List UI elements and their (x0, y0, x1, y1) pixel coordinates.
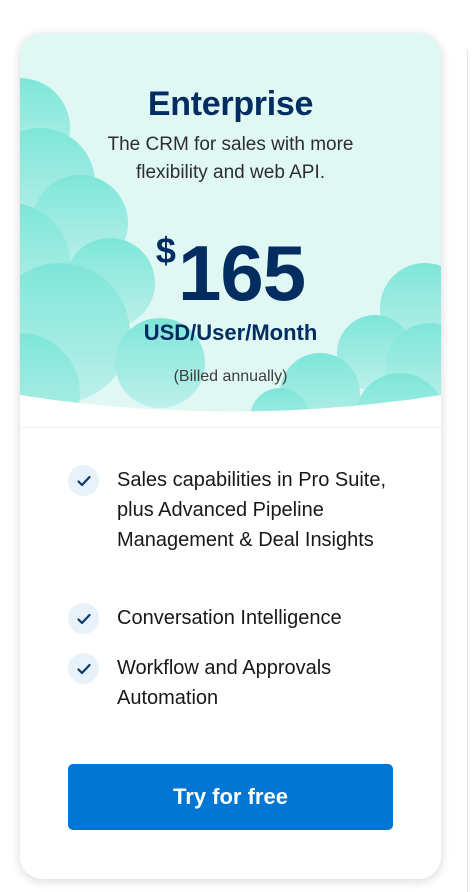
check-icon (68, 603, 99, 634)
price-amount: 165 (177, 229, 306, 317)
feature-text: Workflow and Approvals Automation (117, 657, 332, 709)
pricing-card-enterprise: Enterprise The CRM for sales with more f… (20, 33, 441, 879)
price-unit: USD/User/Month (143, 320, 318, 345)
pricing-card-header: Enterprise The CRM for sales with more f… (20, 33, 441, 428)
price: $165 (20, 225, 441, 321)
plan-title: Enterprise (147, 85, 314, 123)
divider (20, 427, 441, 428)
feature-text: Sales capabilities in Pro Suite, plus Ad… (117, 469, 387, 551)
check-icon (68, 465, 99, 496)
try-for-free-button[interactable]: Try for free (68, 764, 393, 830)
feature-text: Conversation Intelligence (117, 607, 342, 629)
billing-note: (Billed annually) (173, 368, 288, 385)
adjacent-card-edge (467, 50, 472, 892)
currency-symbol: $ (155, 230, 176, 271)
check-icon (68, 653, 99, 684)
plan-description: The CRM for sales with more flexibility … (107, 134, 354, 183)
